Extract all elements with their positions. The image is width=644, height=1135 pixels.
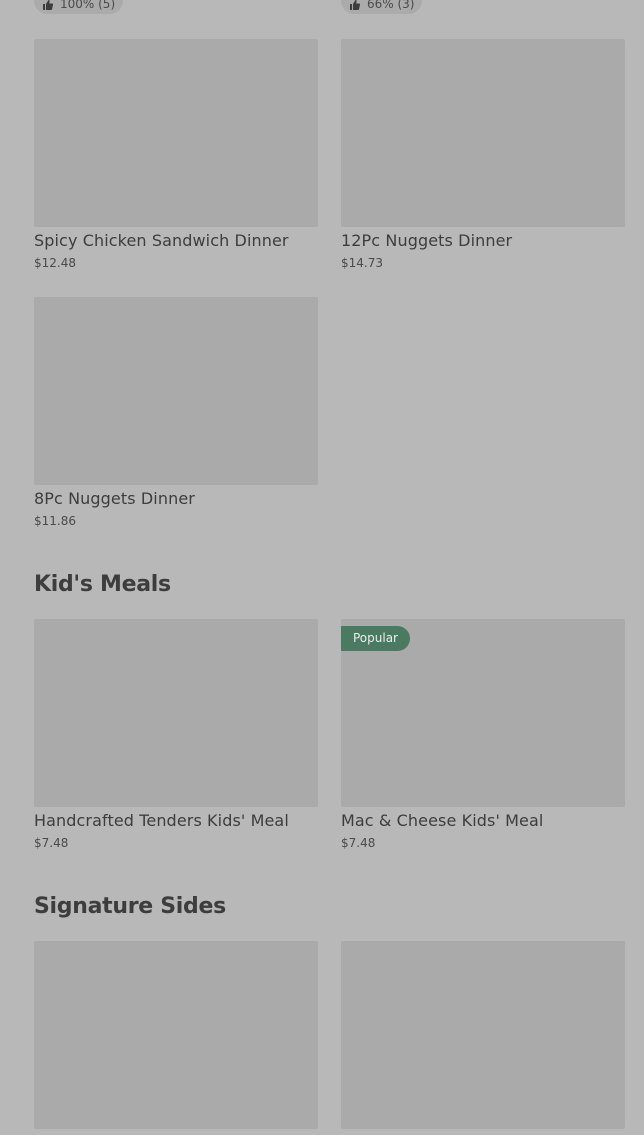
menu-item-title: Handcrafted Tenders Kids' Meal xyxy=(34,811,289,830)
menu-item-card[interactable]: Popular Mac & Cheese Kids' Meal $7.48 xyxy=(341,619,625,849)
thumbs-up-icon xyxy=(43,0,54,11)
rating-label: 66% (3) xyxy=(367,0,415,11)
section-heading-signature-sides: Signature Sides xyxy=(34,894,226,919)
rating-label: 100% (5) xyxy=(60,0,116,11)
menu-item-card[interactable]: Handcrafted Tenders Kids' Meal $7.48 xyxy=(34,619,318,849)
menu-item-price: $7.48 xyxy=(34,836,69,850)
section-heading-kids-meals: Kid's Meals xyxy=(34,572,171,597)
menu-item-image[interactable] xyxy=(34,297,318,485)
menu-item-title: 12Pc Nuggets Dinner xyxy=(341,231,513,250)
menu-item-image[interactable] xyxy=(341,39,625,227)
menu-item-card[interactable] xyxy=(341,941,625,1129)
menu-item-card[interactable] xyxy=(34,941,318,1129)
rating-pill: 66% (3) xyxy=(341,0,423,14)
menu-item-card[interactable]: Spicy Chicken Sandwich Dinner $12.48 xyxy=(34,39,318,269)
menu-item-card[interactable]: 8Pc Nuggets Dinner $11.86 xyxy=(34,297,318,527)
menu-item-card[interactable]: 12Pc Nuggets Dinner $14.73 xyxy=(341,39,625,269)
thumbs-up-icon xyxy=(350,0,361,11)
menu-item-image[interactable] xyxy=(34,39,318,227)
menu-item-image[interactable] xyxy=(34,941,318,1129)
menu-item-price: $7.48 xyxy=(341,836,376,850)
menu-item-price: $11.86 xyxy=(34,514,76,528)
popular-badge: Popular xyxy=(341,626,410,651)
menu-item-image[interactable] xyxy=(34,619,318,807)
menu-item-title: Mac & Cheese Kids' Meal xyxy=(341,811,544,830)
menu-item-price: $12.48 xyxy=(34,256,76,270)
menu-item-title: 8Pc Nuggets Dinner xyxy=(34,489,195,508)
menu-item-price: $14.73 xyxy=(341,256,383,270)
menu-item-image[interactable] xyxy=(341,941,625,1129)
rating-pill: 100% (5) xyxy=(34,0,124,14)
menu-item-image[interactable]: Popular xyxy=(341,619,625,807)
menu-item-title: Spicy Chicken Sandwich Dinner xyxy=(34,231,289,250)
